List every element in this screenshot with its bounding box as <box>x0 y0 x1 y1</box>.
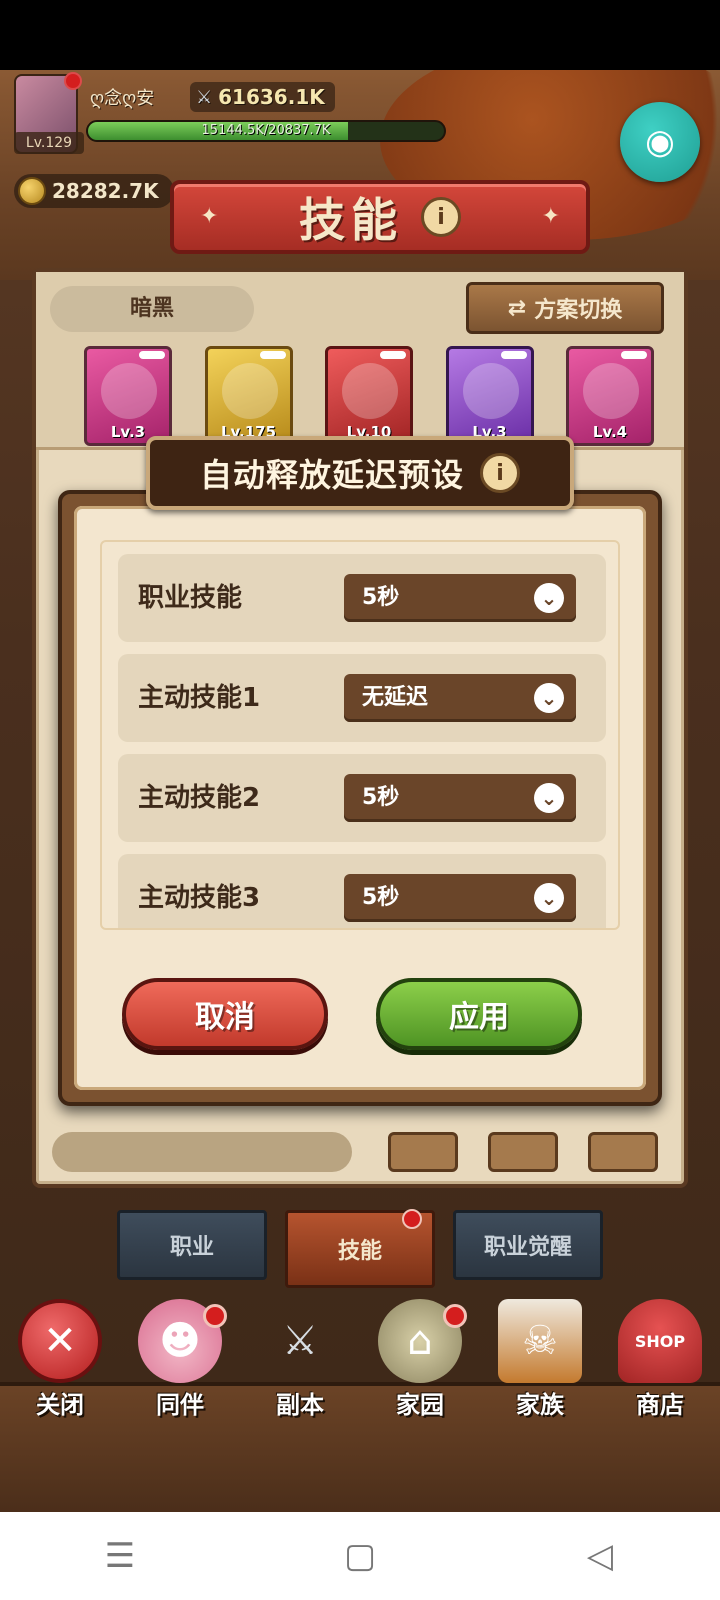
skill-slot[interactable]: Lv.4 <box>566 346 654 446</box>
footer-button[interactable] <box>588 1132 658 1172</box>
chevron-down-icon: ⌄ <box>534 783 564 813</box>
nav-homestead[interactable]: ⌂ 家园 <box>365 1290 475 1420</box>
rune-skill-icon <box>462 363 519 419</box>
swap-icon: ⇄ <box>507 295 527 321</box>
bottom-nav: ✕ 关闭 ☻ 同伴 ⚔ 副本 ⌂ 家园 ☠ 家族 SHOP 商店 <box>0 1286 720 1426</box>
cancel-button[interactable]: 取消 <box>122 978 328 1050</box>
slot-indicator <box>500 351 527 359</box>
nav-clan[interactable]: ☠ 家族 <box>485 1290 595 1420</box>
nav-shop[interactable]: SHOP 商店 <box>605 1290 715 1420</box>
close-icon: ✕ <box>18 1299 102 1383</box>
coin-icon <box>18 177 46 205</box>
coin-value: 28282.7K <box>52 179 159 203</box>
nav-label: 商店 <box>636 1391 684 1419</box>
flower-skill-icon <box>342 363 398 419</box>
nav-label: 同伴 <box>156 1391 204 1419</box>
slot-indicator <box>621 351 647 359</box>
sword-skill-icon <box>583 363 639 419</box>
panel-footer <box>52 1132 672 1176</box>
lightning-skill-icon <box>101 363 157 419</box>
dialog-title-bar: 自动释放延迟预设 i <box>146 436 574 510</box>
apply-button[interactable]: 应用 <box>376 978 582 1050</box>
tab-class[interactable]: 职业 <box>117 1210 267 1280</box>
nav-label: 副本 <box>276 1391 324 1419</box>
title-banner: ✦ ✦ 技能 i <box>170 170 590 266</box>
nav-dungeon[interactable]: ⚔ 副本 <box>245 1290 355 1420</box>
notification-dot <box>402 1209 422 1229</box>
player-level: Lv.129 <box>14 132 84 154</box>
list-item: 主动技能1 无延迟 ⌄ <box>118 654 606 742</box>
dropdown-value: 5秒 <box>362 785 400 810</box>
combat-power-value: 61636.1K <box>218 85 325 109</box>
tab-skills[interactable]: 技能 <box>285 1209 435 1288</box>
nav-close[interactable]: ✕ 关闭 <box>5 1290 115 1420</box>
notification-dot <box>64 72 82 90</box>
skill-slot[interactable]: Lv.3 <box>445 346 534 446</box>
slot-indicator <box>139 351 165 359</box>
skill-tabs: 职业 技能 职业觉醒 <box>0 1209 720 1288</box>
slot-indicator <box>259 351 286 359</box>
shop-icon: SHOP <box>618 1299 702 1383</box>
delay-dropdown[interactable]: 5秒 ⌄ <box>344 774 576 822</box>
setting-label: 主动技能1 <box>138 683 261 713</box>
tab-skills-label: 技能 <box>337 1239 382 1264</box>
back-icon[interactable]: ◁ <box>570 1536 630 1576</box>
android-nav-bar: ☰ ▢ ◁ <box>0 1512 720 1600</box>
nav-label: 家族 <box>516 1391 564 1419</box>
preset-switch-button[interactable]: ⇄ 方案切换 <box>466 282 664 334</box>
status-bar <box>0 0 720 70</box>
chevron-down-icon: ⌄ <box>534 683 564 713</box>
slot-indicator <box>380 351 406 359</box>
crossed-swords-icon: ⚔ <box>196 86 213 108</box>
setting-label: 职业技能 <box>138 583 243 613</box>
delay-dropdown[interactable]: 无延迟 ⌄ <box>344 674 576 722</box>
menu-icon[interactable]: ☰ <box>90 1536 150 1576</box>
preset-name: 暗黑 <box>50 286 254 332</box>
page-title: 技能 i <box>170 180 590 254</box>
info-icon[interactable]: i <box>421 197 461 237</box>
info-icon[interactable]: i <box>480 453 520 493</box>
footer-button[interactable] <box>488 1132 558 1172</box>
xp-bar: 15144.5K/20837.7K <box>86 120 446 142</box>
skill-slots: Lv.3 Lv.175 Lv.10 Lv.3 Lv.4 <box>84 346 654 446</box>
notification-dot <box>203 1304 227 1328</box>
chevron-down-icon: ⌄ <box>534 883 564 913</box>
list-item: 主动技能2 5秒 ⌄ <box>118 754 606 842</box>
player-name: ღ念ღ安 <box>90 88 155 109</box>
nav-companion[interactable]: ☻ 同伴 <box>125 1290 235 1420</box>
skill-slot[interactable]: Lv.3 <box>84 346 172 446</box>
bat-skill-icon <box>221 363 278 419</box>
dropdown-value: 无延迟 <box>362 685 429 710</box>
skill-slot[interactable]: Lv.175 <box>204 346 293 446</box>
list-item: 主动技能3 5秒 ⌄ <box>118 854 606 928</box>
footer-bar <box>52 1132 352 1172</box>
delay-settings-list[interactable]: 职业技能 5秒 ⌄ 主动技能1 无延迟 ⌄ 主动技能2 5秒 ⌄ 主动技能3 5… <box>100 540 620 930</box>
skill-level: Lv.4 <box>592 423 628 441</box>
skill-slot[interactable]: Lv.10 <box>325 346 413 446</box>
skill-level: Lv.3 <box>110 423 146 441</box>
tab-class-awakening[interactable]: 职业觉醒 <box>453 1210 603 1280</box>
clan-icon: ☠ <box>498 1299 582 1383</box>
preset-switch-label: 方案切换 <box>534 298 623 323</box>
coin-counter: 28282.7K <box>14 174 174 208</box>
nav-label: 家园 <box>396 1391 444 1419</box>
footer-button[interactable] <box>388 1132 458 1172</box>
xp-text: 15144.5K/20837.7K <box>201 123 331 138</box>
page-title-text: 技能 <box>299 193 403 247</box>
crossed-swords-icon: ⚔ <box>282 1318 318 1364</box>
list-item: 职业技能 5秒 ⌄ <box>118 554 606 642</box>
nav-label: 关闭 <box>36 1391 84 1419</box>
setting-label: 主动技能2 <box>138 783 261 813</box>
home-icon[interactable]: ▢ <box>330 1536 390 1576</box>
delay-dropdown[interactable]: 5秒 ⌄ <box>344 874 576 922</box>
delay-dropdown[interactable]: 5秒 ⌄ <box>344 574 576 622</box>
dropdown-value: 5秒 <box>362 885 400 910</box>
setting-label: 主动技能3 <box>138 883 261 913</box>
chevron-down-icon: ⌄ <box>534 583 564 613</box>
dialog-title: 自动释放延迟预设 <box>199 456 464 494</box>
notification-dot <box>443 1304 467 1328</box>
wifi-icon[interactable]: ◉ <box>620 102 700 182</box>
dropdown-value: 5秒 <box>362 585 400 610</box>
combat-power: ⚔ 61636.1K <box>190 82 335 112</box>
